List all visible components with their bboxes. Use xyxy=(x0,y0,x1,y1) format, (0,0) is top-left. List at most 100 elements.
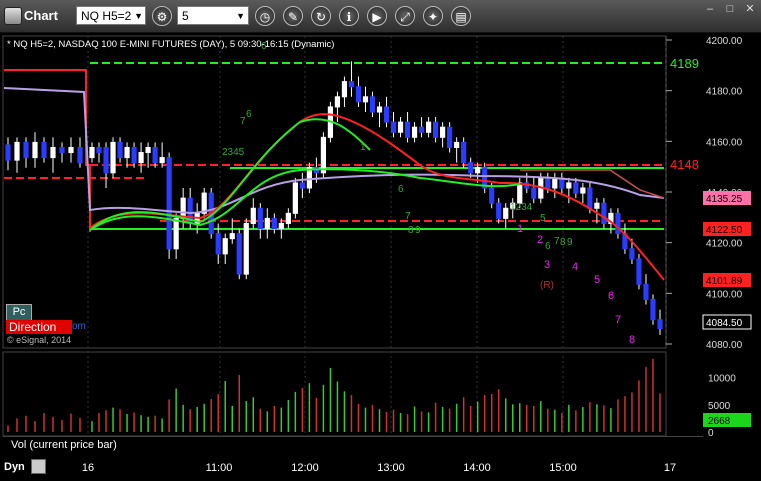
price-chart[interactable]: 4200.004180.004160.004140.004120.004100.… xyxy=(0,33,761,481)
symbol-input[interactable]: NQ H5=2 ▼ xyxy=(76,6,146,25)
level-label: 4189 xyxy=(670,56,699,71)
draw-tools-icon[interactable]: ↻ xyxy=(311,6,331,26)
candle-body xyxy=(573,182,579,194)
candle-body xyxy=(50,146,56,159)
sequence-count-label: 9 xyxy=(415,225,421,236)
chart-app-icon xyxy=(4,7,22,25)
volume-study-label[interactable]: Vol (current price bar) xyxy=(3,436,703,453)
candle-body xyxy=(355,86,362,103)
candle-body xyxy=(243,222,249,275)
candle-body xyxy=(278,222,284,230)
candle-body xyxy=(131,146,137,164)
candle-body xyxy=(447,126,453,148)
sequence-count-label: 7 xyxy=(405,211,411,222)
esignal-watermark: © eSignal, 2014 xyxy=(7,335,72,345)
candle-body xyxy=(348,81,355,88)
sequence-count-label: 8 xyxy=(560,237,566,248)
clock-icon[interactable]: ◷ xyxy=(255,6,275,26)
time-tick-label: 17 xyxy=(664,462,676,474)
dyn-settings-icon[interactable] xyxy=(31,459,46,474)
price-tick-label: 4200.00 xyxy=(706,36,743,47)
chart-legend: * NQ H5=2, NASDAQ 100 E-MINI FUTURES (DA… xyxy=(7,39,335,50)
minimize-icon[interactable]: – xyxy=(700,2,720,16)
candle-body xyxy=(454,141,460,148)
volume-tick-label: 5000 xyxy=(708,401,731,412)
candle-body xyxy=(41,141,47,159)
candle-body xyxy=(580,187,586,194)
sequence-count-label: 1 xyxy=(360,142,366,153)
time-tick-label: 15:00 xyxy=(549,462,577,474)
candle-body xyxy=(14,141,20,161)
clipboard-icon[interactable]: ▤ xyxy=(451,6,471,26)
dyn-label[interactable]: Dyn xyxy=(4,461,25,473)
candle-body xyxy=(404,121,411,138)
volume-tick-label: 10000 xyxy=(708,374,736,385)
candle-body xyxy=(292,182,298,214)
time-tick-label: 11:00 xyxy=(206,462,233,474)
sequence-count-label: 8 xyxy=(408,225,414,236)
price-tag-label: 4101.89 xyxy=(706,276,743,287)
candle-body xyxy=(68,146,74,154)
candle-body xyxy=(461,141,467,164)
level-label: 4148 xyxy=(670,157,699,172)
play-icon[interactable]: ▶ xyxy=(367,6,387,26)
candle-body xyxy=(89,146,95,159)
candle-body xyxy=(222,238,228,255)
interval-input[interactable]: 5 ▼ xyxy=(177,6,249,25)
price-tick-label: 4080.00 xyxy=(706,340,743,351)
candle-body xyxy=(433,121,439,138)
candle-body xyxy=(489,187,495,204)
candle-body xyxy=(306,167,312,189)
candle-body xyxy=(5,144,11,161)
title-bar: Chart NQ H5=2 ▼ ⚙ 5 ▼ ◷ ✎ ↻ ℹ ▶ ⤢ ✦ ▤ – □ ✕ xyxy=(0,0,761,33)
candle-body xyxy=(475,167,481,174)
pencil-icon[interactable]: ✎ xyxy=(283,6,303,26)
candle-body xyxy=(159,157,165,164)
countdown-label: 4 xyxy=(572,261,578,273)
candle-body xyxy=(517,182,523,204)
chevron-down-icon[interactable]: ▼ xyxy=(134,7,143,26)
pc-label[interactable]: Pc xyxy=(6,304,32,321)
close-icon[interactable]: ✕ xyxy=(740,2,760,16)
candle-body xyxy=(124,146,130,159)
candle-body xyxy=(229,233,235,240)
candle-body xyxy=(552,177,558,189)
candle-body xyxy=(657,319,663,330)
candle-body xyxy=(77,146,83,164)
format-icon[interactable]: ℹ xyxy=(339,6,359,26)
sequence-count-label: 1234 xyxy=(510,202,533,213)
direction-tail-text: om xyxy=(72,321,86,332)
candle-body xyxy=(59,146,65,154)
price-tick-label: 4100.00 xyxy=(706,289,743,300)
candle-body xyxy=(110,141,116,174)
chevron-down-icon[interactable]: ▼ xyxy=(236,7,245,26)
sequence-count-label: 9 xyxy=(567,237,573,248)
star-icon[interactable]: ✦ xyxy=(423,6,443,26)
candle-body xyxy=(643,283,649,300)
link-icon[interactable]: ⤢ xyxy=(395,6,415,26)
interval-value: 5 xyxy=(182,9,189,23)
chart-background xyxy=(0,33,761,481)
candle-body xyxy=(587,187,593,209)
settings-gear-icon[interactable]: ⚙ xyxy=(152,6,172,26)
candle-body xyxy=(390,121,397,133)
candle-body xyxy=(566,182,572,189)
maximize-icon[interactable]: □ xyxy=(720,2,740,16)
candle-body xyxy=(166,157,172,250)
candle-body xyxy=(440,126,446,138)
direction-label[interactable]: Direction xyxy=(6,320,72,334)
candle-body xyxy=(334,96,341,108)
price-tag-label: 4084.50 xyxy=(706,318,743,329)
countdown-label: 1 xyxy=(517,223,523,235)
candle-body xyxy=(376,106,383,113)
symbol-value: NQ H5=2 xyxy=(81,9,132,23)
sequence-count-label: 6 xyxy=(398,184,404,195)
sequence-count-label: 6 xyxy=(246,109,252,120)
candle-body xyxy=(362,96,369,103)
countdown-label: 5 xyxy=(594,274,600,286)
candle-body xyxy=(601,202,607,224)
candle-body xyxy=(236,233,242,275)
price-tag-label: 4122.50 xyxy=(706,225,743,236)
candle-body xyxy=(397,121,404,133)
candle-body xyxy=(145,146,151,154)
